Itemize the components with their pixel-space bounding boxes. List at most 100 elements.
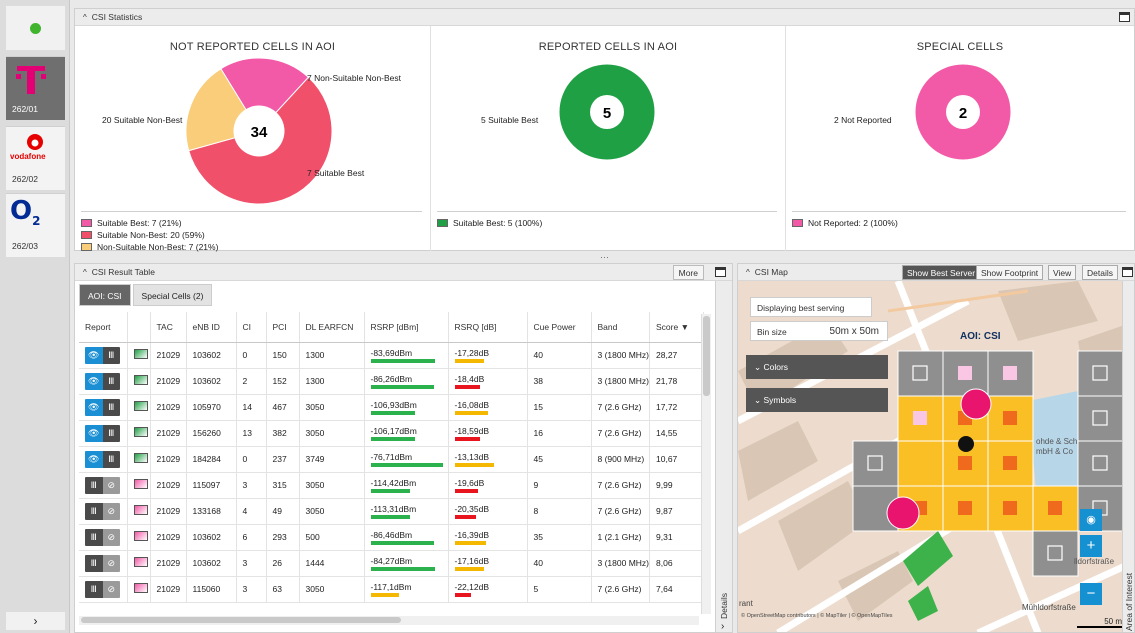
report-toggle[interactable]: 👁 Ⅲ xyxy=(85,450,120,468)
table-row[interactable]: 👁 Ⅲ 21029 103602 2 152 1300 -86,26dBm -18,4dB 38 3… xyxy=(79,368,704,395)
report-cell[interactable]: Ⅲ ⊘ xyxy=(79,472,128,499)
horizontal-scrollbar[interactable] xyxy=(79,616,699,625)
view-button[interactable]: View xyxy=(1048,265,1077,280)
map-bin[interactable] xyxy=(987,350,1034,397)
table-row[interactable]: 👁 Ⅲ 21029 105970 14 467 3050 -106,93dBm -16,08dB… xyxy=(79,394,704,421)
report-toggle[interactable]: Ⅲ ⊘ xyxy=(85,528,120,546)
location-marker-icon[interactable] xyxy=(958,436,974,452)
report-toggle[interactable]: Ⅲ ⊘ xyxy=(85,554,120,572)
eye-off-icon[interactable]: ⊘ xyxy=(102,476,120,494)
panel-header[interactable]: ^ CSI Statistics xyxy=(75,9,1134,26)
map-bin[interactable] xyxy=(987,395,1034,442)
map-bin[interactable] xyxy=(897,440,944,487)
panel-header[interactable]: ^ CSI Result Table More xyxy=(75,264,732,281)
map-bin[interactable] xyxy=(852,440,899,487)
operator-vodafone[interactable]: vodafone 262/02 xyxy=(6,126,65,190)
map-bin[interactable] xyxy=(987,485,1034,532)
report-toggle[interactable]: Ⅲ ⊘ xyxy=(85,476,120,494)
report-cell[interactable]: 👁 Ⅲ xyxy=(79,394,128,421)
map-bin[interactable] xyxy=(942,350,989,397)
report-toggle[interactable]: 👁 Ⅲ xyxy=(85,372,120,390)
column-header[interactable]: RSRP [dBm] xyxy=(364,312,449,343)
report-cell[interactable]: 👁 Ⅲ xyxy=(79,342,128,369)
eye-off-icon[interactable]: ⊘ xyxy=(102,528,120,546)
area-of-interest-label[interactable]: Area of Interest xyxy=(1124,573,1134,631)
zoom-in-button[interactable]: + xyxy=(1080,535,1102,557)
column-header[interactable]: Band xyxy=(591,312,650,343)
column-header[interactable]: Cue Power xyxy=(527,312,592,343)
column-header[interactable]: eNB ID xyxy=(186,312,237,343)
map-bin[interactable] xyxy=(987,440,1034,487)
column-header[interactable]: PCI xyxy=(266,312,300,343)
operator-o2[interactable]: O2 262/03 xyxy=(6,193,65,257)
bars-icon[interactable]: Ⅲ xyxy=(85,528,103,546)
report-toggle[interactable]: 👁 Ⅲ xyxy=(85,346,120,364)
report-cell[interactable]: 👁 Ⅲ xyxy=(79,368,128,395)
map-bin[interactable] xyxy=(1077,395,1124,442)
table-row[interactable]: Ⅲ ⊘ 21029 115097 3 315 3050 -114,42dBm -19,6dB 9 7… xyxy=(79,472,704,499)
column-header[interactable]: CI xyxy=(236,312,267,343)
report-cell[interactable]: 👁 Ⅲ xyxy=(79,420,128,447)
map-bin[interactable] xyxy=(1032,530,1079,577)
scrollbar-thumb[interactable] xyxy=(81,617,401,623)
scrollbar-thumb[interactable] xyxy=(703,316,710,396)
tab-aoi-csi[interactable]: AOI: CSI xyxy=(79,284,131,306)
report-cell[interactable]: Ⅲ ⊘ xyxy=(79,524,128,551)
area-of-interest-sidebar[interactable]: Area of Interest xyxy=(1122,281,1134,632)
bars-icon[interactable]: Ⅲ xyxy=(85,554,103,572)
tab-special-cells[interactable]: Special Cells (2) xyxy=(132,284,213,306)
show-best-server-button[interactable]: Show Best Server xyxy=(902,265,981,280)
column-header[interactable]: Report xyxy=(79,312,128,343)
collapse-icon[interactable]: ^ xyxy=(83,268,87,277)
maximize-icon[interactable] xyxy=(1122,267,1133,277)
details-label[interactable]: Details xyxy=(719,593,729,619)
report-toggle[interactable]: 👁 Ⅲ xyxy=(85,398,120,416)
expand-rail-button[interactable]: › xyxy=(6,612,65,630)
operator-telekom[interactable]: 262/01 xyxy=(6,56,65,120)
map-bin[interactable] xyxy=(1077,440,1124,487)
column-header[interactable]: RSRQ [dB] xyxy=(448,312,528,343)
eye-icon[interactable]: 👁 xyxy=(85,346,103,364)
cell-site-icon[interactable] xyxy=(886,496,920,530)
column-header[interactable] xyxy=(127,312,151,343)
panel-header[interactable]: ^ CSI Map Show Best Server Show Footprint… xyxy=(738,264,1134,281)
more-button[interactable]: More xyxy=(672,265,704,280)
splitter-handle[interactable]: ··· xyxy=(600,252,609,262)
map-bin[interactable] xyxy=(1077,350,1124,397)
bars-icon[interactable]: Ⅲ xyxy=(102,372,120,390)
report-cell[interactable]: Ⅲ ⊘ xyxy=(79,550,128,577)
table-row[interactable]: Ⅲ ⊘ 21029 103602 3 26 1444 -84,27dBm -17,16dB 40 3… xyxy=(79,550,704,577)
report-cell[interactable]: 👁 Ⅲ xyxy=(79,446,128,473)
bars-icon[interactable]: Ⅲ xyxy=(85,476,103,494)
bars-icon[interactable]: Ⅲ xyxy=(85,502,103,520)
eye-off-icon[interactable]: ⊘ xyxy=(102,580,120,598)
chevron-right-icon[interactable]: › xyxy=(721,621,724,632)
maximize-icon[interactable] xyxy=(1119,12,1130,22)
map-attribution[interactable]: © OpenStreetMap contributors | © MapTile… xyxy=(741,613,893,619)
table-row[interactable]: Ⅲ ⊘ 21029 133168 4 49 3050 -113,31dBm -20,35dB 8 7… xyxy=(79,498,704,525)
column-header[interactable]: TAC xyxy=(150,312,187,343)
map-canvas[interactable]: Displaying best serving cell(s) Bin size… xyxy=(738,281,1134,632)
eye-off-icon[interactable]: ⊘ xyxy=(102,554,120,572)
locate-icon[interactable]: ◉ xyxy=(1080,509,1102,531)
bars-icon[interactable]: Ⅲ xyxy=(102,450,120,468)
eye-icon[interactable]: 👁 xyxy=(85,372,103,390)
collapse-icon[interactable]: ^ xyxy=(83,13,87,22)
cell-site-icon[interactable] xyxy=(960,388,992,420)
details-button[interactable]: Details xyxy=(1082,265,1118,280)
map-bin[interactable] xyxy=(1032,485,1079,532)
eye-icon[interactable]: 👁 xyxy=(85,398,103,416)
table-row[interactable]: Ⅲ ⊘ 21029 115060 3 63 3050 -117,1dBm -22,12dB 5 7 … xyxy=(79,576,704,603)
column-header[interactable]: Score ▼ xyxy=(649,312,704,343)
zoom-out-button[interactable]: − xyxy=(1080,583,1102,605)
eye-icon[interactable]: 👁 xyxy=(85,450,103,468)
table-row[interactable]: 👁 Ⅲ 21029 103602 0 150 1300 -83,69dBm -17,28dB 40… xyxy=(79,342,704,369)
table-row[interactable]: 👁 Ⅲ 21029 184284 0 237 3749 -76,71dBm -13,13dB 45… xyxy=(79,446,704,473)
report-toggle[interactable]: 👁 Ⅲ xyxy=(85,424,120,442)
map-bin[interactable] xyxy=(897,395,944,442)
bars-icon[interactable]: Ⅲ xyxy=(102,398,120,416)
collapse-icon[interactable]: ^ xyxy=(746,268,750,277)
eye-icon[interactable]: 👁 xyxy=(85,424,103,442)
details-sidebar[interactable]: Details › xyxy=(715,281,732,632)
table-row[interactable]: 👁 Ⅲ 21029 156260 13 382 3050 -106,17dBm -18,59dB… xyxy=(79,420,704,447)
